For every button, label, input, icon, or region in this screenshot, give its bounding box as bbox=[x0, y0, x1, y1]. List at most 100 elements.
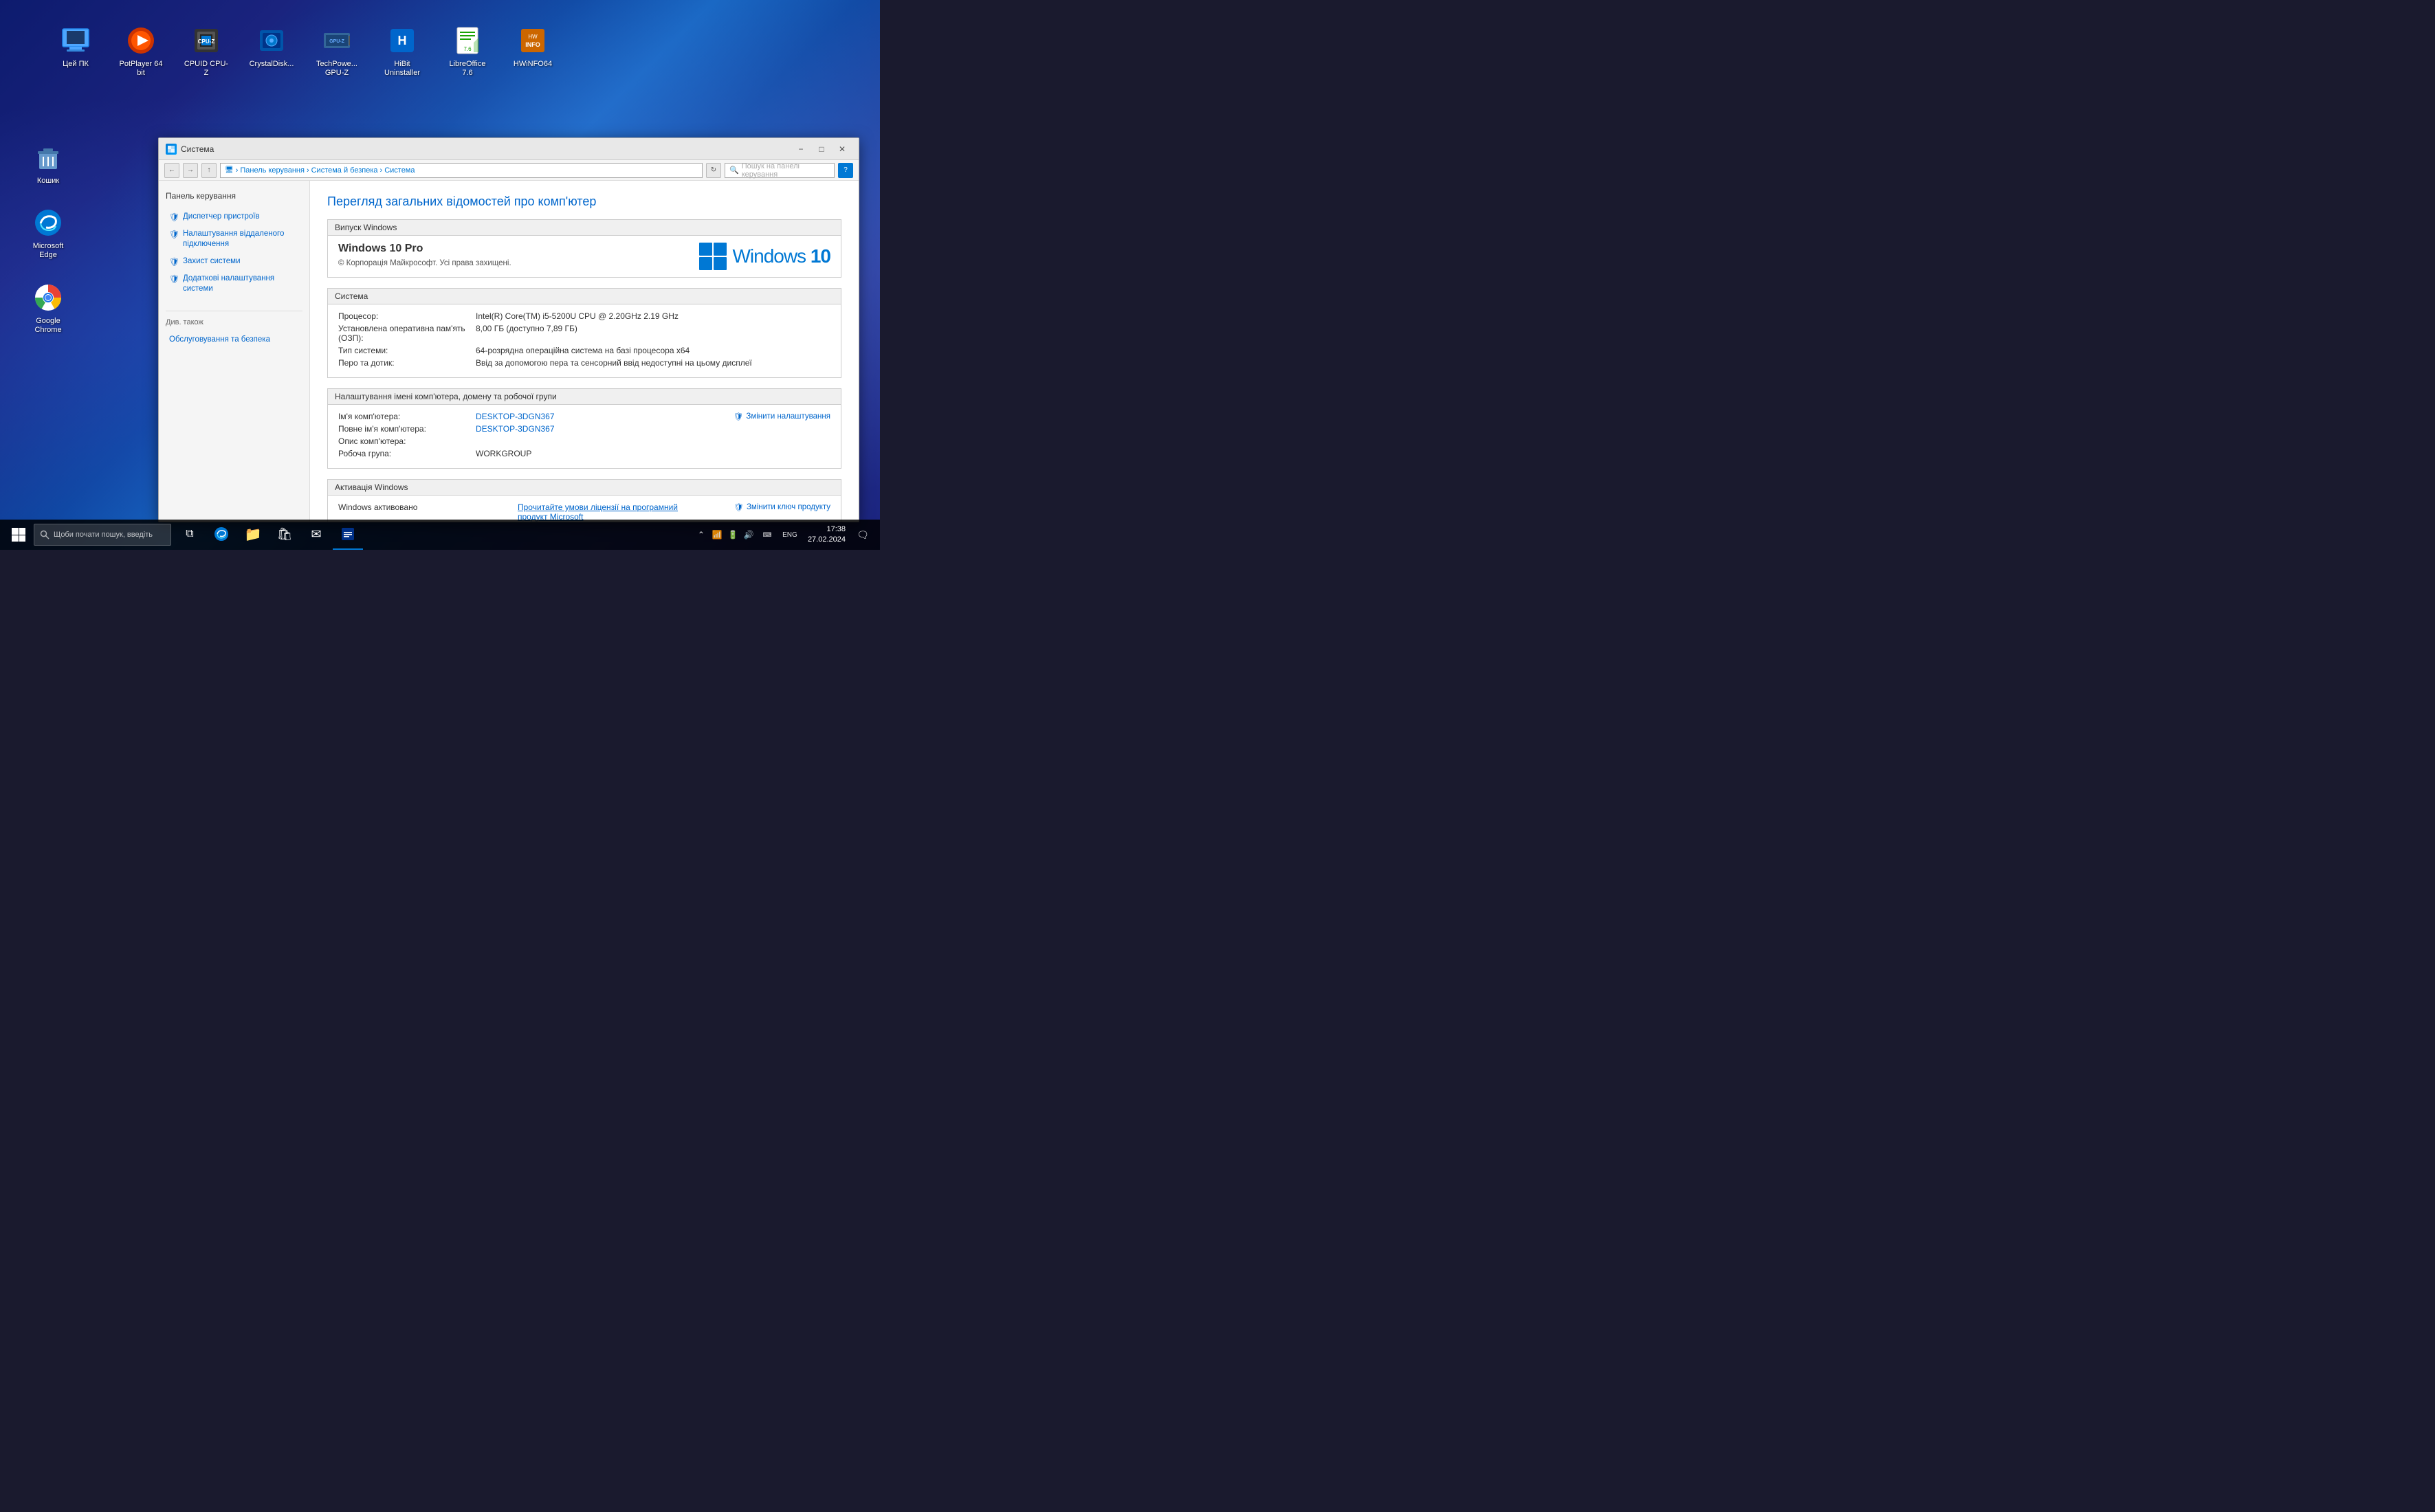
help-button[interactable]: ? bbox=[838, 163, 853, 178]
change-key-icon: 🛡 bbox=[734, 502, 744, 512]
system-row-2: Тип системи: 64-розрядна операційна сист… bbox=[338, 346, 830, 355]
activation-content: Windows активовано Прочитайте умови ліце… bbox=[328, 496, 841, 522]
tray-icons: ⌃ 📶 🔋 🔊 ⌨ ENG bbox=[694, 528, 801, 542]
windows10-logo: Windows 10 bbox=[699, 243, 830, 270]
notification-center-button[interactable]: 🗨 bbox=[852, 524, 873, 545]
desktop-icon-cpuid-label: CPUID CPU-Z bbox=[182, 60, 230, 78]
address-bar[interactable]: 🖥 › Панель керування › Система й безпека… bbox=[220, 163, 703, 178]
desktop-icon-chrome-label: Google Chrome bbox=[24, 317, 72, 335]
tray-lang[interactable]: ENG bbox=[779, 528, 801, 542]
forward-button[interactable]: → bbox=[183, 163, 198, 178]
system-section: Система Процесор: Intel(R) Core(TM) i5-5… bbox=[327, 288, 841, 378]
close-button[interactable]: ✕ bbox=[833, 142, 852, 156]
desktop: Цей ПК PotPlayer 64 bit CPU-Z bbox=[0, 0, 880, 550]
system-label-3: Перо та дотик: bbox=[338, 358, 476, 368]
breadcrumb-sep: › bbox=[236, 166, 239, 175]
desktop-icon-hwinfo[interactable]: HW INFO HWiNFO64 bbox=[505, 21, 560, 81]
back-button[interactable]: ← bbox=[164, 163, 179, 178]
sidebar-item-remote-label: Налаштування віддаленого підключення bbox=[183, 229, 299, 249]
cn-label-0: Ім'я комп'ютера: bbox=[338, 412, 476, 421]
desktop-icon-edge[interactable]: Microsoft Edge bbox=[21, 203, 76, 263]
taskbar-app-active[interactable] bbox=[333, 520, 363, 550]
activation-link[interactable]: Прочитайте умови ліцензії на програмний … bbox=[518, 502, 693, 522]
svg-text:H: H bbox=[398, 34, 407, 47]
cn-row-2: Опис комп'ютера: bbox=[338, 436, 720, 446]
system-header: Система bbox=[328, 289, 841, 304]
windows-release-header: Випуск Windows bbox=[328, 220, 841, 236]
sidebar-item-maintenance-label: Обслуговування та безпека bbox=[169, 335, 270, 345]
desktop-icon-hibit[interactable]: H HiBit Uninstaller bbox=[375, 21, 430, 81]
wf-q4 bbox=[19, 535, 26, 542]
cn-label-2: Опис комп'ютера: bbox=[338, 436, 476, 446]
up-button[interactable]: ↑ bbox=[201, 163, 217, 178]
desktop-icon-cpuid[interactable]: CPU-Z CPUID CPU-Z bbox=[179, 21, 234, 81]
system-row-1: Установлена оперативна пам'ять (ОЗП): 8,… bbox=[338, 324, 830, 343]
taskbar-search[interactable]: Щоби почати пошук, введіть bbox=[34, 524, 171, 546]
edge-icon bbox=[32, 206, 65, 239]
taskbar-mail[interactable]: ✉ bbox=[301, 520, 331, 550]
system-content: Процесор: Intel(R) Core(TM) i5-5200U CPU… bbox=[328, 304, 841, 377]
breadcrumb-icon: 🖥 bbox=[225, 166, 234, 174]
tray-volume[interactable]: 🔊 bbox=[742, 528, 756, 542]
window-body: Панель керування 🛡 Диспетчер пристроїв 🛡… bbox=[159, 181, 859, 522]
breadcrumb-sep3: › bbox=[380, 166, 383, 175]
sidebar-item-advanced[interactable]: 🛡 Додаткові налаштування системи bbox=[166, 271, 302, 297]
maximize-button[interactable]: □ bbox=[812, 142, 831, 156]
tray-keyboard[interactable]: ⌨ bbox=[758, 528, 777, 542]
breadcrumb-cp: Панель керування bbox=[240, 166, 305, 175]
tray-up-arrow[interactable]: ⌃ bbox=[694, 528, 708, 542]
tray-battery[interactable]: 🔋 bbox=[726, 528, 740, 542]
desktop-icon-potplayer[interactable]: PotPlayer 64 bit bbox=[113, 21, 168, 81]
computer-name-info: Ім'я комп'ютера: DESKTOP-3DGN367 Повне і… bbox=[338, 412, 720, 461]
shield-icon-2: 🛡 bbox=[169, 230, 179, 239]
breadcrumb-sep2: › bbox=[307, 166, 309, 175]
change-key-label: Змінити ключ продукту bbox=[747, 503, 830, 511]
activation-header: Активація Windows bbox=[328, 480, 841, 496]
change-key-area: 🛡 Змінити ключ продукту bbox=[693, 502, 830, 512]
change-settings-icon: 🛡 bbox=[734, 412, 744, 421]
windows-copyright: © Корпорація Майкрософт. Усі права захищ… bbox=[338, 259, 659, 267]
svg-text:INFO: INFO bbox=[525, 41, 540, 48]
change-settings-area: 🛡 Змінити налаштування bbox=[720, 412, 830, 421]
taskbar-active-app-icon bbox=[340, 526, 355, 542]
system-info: Процесор: Intel(R) Core(TM) i5-5200U CPU… bbox=[338, 311, 830, 370]
desktop-icon-chrome[interactable]: Google Chrome bbox=[21, 278, 76, 338]
desktop-icon-techpower[interactable]: GPU-Z TechPowe... GPU-Z bbox=[309, 21, 364, 81]
taskbar-edge[interactable] bbox=[206, 520, 236, 550]
start-button[interactable] bbox=[3, 520, 34, 550]
system-value-0: Intel(R) Core(TM) i5-5200U CPU @ 2.20GHz… bbox=[476, 311, 830, 321]
taskbar-store[interactable]: 🛍 bbox=[269, 520, 300, 550]
tray-network[interactable]: 📶 bbox=[710, 528, 724, 542]
svg-text:CPU-Z: CPU-Z bbox=[198, 38, 215, 45]
sidebar-item-remote[interactable]: 🛡 Налаштування віддаленого підключення bbox=[166, 226, 302, 252]
breadcrumb-security: Система й безпека bbox=[311, 166, 378, 175]
activation-status: Windows активовано bbox=[338, 502, 514, 522]
windows-release-title: Випуск Windows bbox=[335, 223, 397, 232]
shield-icon-1: 🛡 bbox=[169, 212, 179, 222]
sidebar-item-protection-label: Захист системи bbox=[183, 256, 241, 267]
sidebar-item-protection[interactable]: 🛡 Захист системи bbox=[166, 254, 302, 269]
taskbar-explorer[interactable]: 📁 bbox=[238, 520, 268, 550]
desktop-icon-recycle-label: Кошик bbox=[37, 177, 59, 186]
taskbar-task-view[interactable]: ⧉ bbox=[175, 520, 205, 550]
desktop-icon-crystaldisk[interactable]: CrystalDisk... bbox=[244, 21, 299, 81]
change-key-button[interactable]: 🛡 Змінити ключ продукту bbox=[734, 502, 830, 512]
sidebar-item-device-manager[interactable]: 🛡 Диспетчер пристроїв bbox=[166, 209, 302, 225]
system-value-3: Ввід за допомогою пера та сенсорний ввід… bbox=[476, 358, 830, 368]
sidebar-item-maintenance[interactable]: Обслуговування та безпека bbox=[166, 332, 302, 348]
wf-q3 bbox=[12, 535, 19, 542]
system-label-1: Установлена оперативна пам'ять (ОЗП): bbox=[338, 324, 476, 343]
minimize-button[interactable]: − bbox=[791, 142, 811, 156]
refresh-button[interactable]: ↻ bbox=[706, 163, 721, 178]
system-label-2: Тип системи: bbox=[338, 346, 476, 355]
desktop-icon-recycle[interactable]: Кошик bbox=[21, 137, 76, 189]
change-settings-button[interactable]: 🛡 Змінити налаштування bbox=[734, 412, 830, 421]
flag-q1 bbox=[699, 243, 712, 256]
system-title: Система bbox=[335, 291, 368, 301]
system-window: Система − □ ✕ ← → ↑ 🖥 › Панель керування… bbox=[158, 137, 859, 522]
system-clock[interactable]: 17:38 27.02.2024 bbox=[804, 524, 849, 546]
cn-value-3: WORKGROUP bbox=[476, 449, 720, 458]
sidebar: Панель керування 🛡 Диспетчер пристроїв 🛡… bbox=[159, 181, 310, 522]
desktop-icon-libreoffice[interactable]: 7.6 LibreOffice 7.6 bbox=[440, 21, 495, 81]
search-bar[interactable]: 🔍 Пошук на панелі керування bbox=[725, 163, 835, 178]
